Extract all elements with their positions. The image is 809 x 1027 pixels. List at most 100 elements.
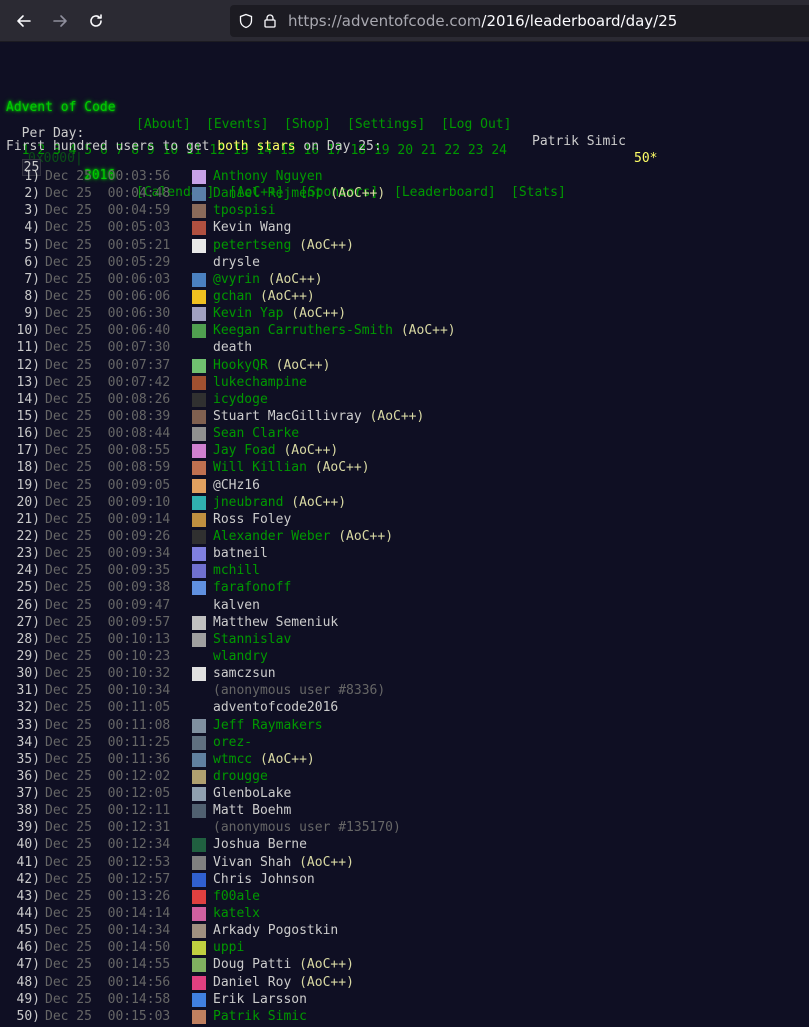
user-name[interactable]: @vyrin (AoC++) xyxy=(213,271,323,288)
url-path: /2016/leaderboard/day/25 xyxy=(481,12,678,30)
user-name: (anonymous user #135170) xyxy=(213,820,401,836)
user-name[interactable]: tpospisi xyxy=(213,202,276,219)
user-name: adventofcode2016 xyxy=(213,700,339,716)
user-name: Matthew Semeniuk xyxy=(213,614,339,630)
aoc-plus-badge[interactable]: (AoC++) xyxy=(315,460,370,475)
user-name[interactable]: uppi xyxy=(213,939,244,956)
avatar xyxy=(192,392,206,407)
reload-icon[interactable] xyxy=(84,9,108,33)
leaderboard-row: 10) Dec 25 00:06:40 Keegan Carruthers-Smit… xyxy=(0,322,809,339)
rank: 46) xyxy=(16,940,40,956)
avatar xyxy=(192,221,206,236)
user-name[interactable]: Kevin Yap (AoC++) xyxy=(213,305,346,322)
user-name[interactable]: petertseng (AoC++) xyxy=(213,237,354,254)
aoc-plus-badge[interactable]: (AoC++) xyxy=(260,289,315,304)
aoc-plus-badge[interactable]: (AoC++) xyxy=(330,186,385,201)
finish-time: Dec 25 00:06:40 xyxy=(45,323,171,339)
user-name[interactable]: mchill xyxy=(213,562,260,579)
finish-time: Dec 25 00:05:03 xyxy=(45,220,171,236)
user-name[interactable]: f00ale xyxy=(213,888,260,905)
day-link-21[interactable]: 21 xyxy=(421,143,437,158)
leaderboard-row: 24) Dec 25 00:09:35 mchill xyxy=(0,562,809,579)
aoc-plus-badge[interactable]: (AoC++) xyxy=(260,752,315,767)
rank: 11) xyxy=(16,340,40,356)
user-name: @CHz16 xyxy=(213,477,260,493)
leaderboard-row: 14) Dec 25 00:08:26 icydoge xyxy=(0,391,809,408)
browser-toolbar: https://adventofcode.com/2016/leaderboar… xyxy=(0,0,809,42)
back-arrow-icon[interactable] xyxy=(12,9,36,33)
leaderboard-row: 11) Dec 25 00:07:30 death xyxy=(0,339,809,356)
aoc-plus-badge[interactable]: (AoC++) xyxy=(370,409,425,424)
user-name[interactable]: drougge xyxy=(213,768,268,785)
user-name[interactable]: Patrik Simic xyxy=(213,1008,307,1025)
user-name[interactable]: katelx xyxy=(213,905,260,922)
user-name[interactable]: Anthony Nguyen xyxy=(213,168,323,185)
aoc-plus-badge[interactable]: (AoC++) xyxy=(401,323,456,338)
day-link-22[interactable]: 22 xyxy=(444,143,460,158)
user-name[interactable]: gchan (AoC++) xyxy=(213,288,315,305)
rank: 26) xyxy=(16,597,40,613)
leaderboard-intro: First hundred users to get both stars on… xyxy=(6,138,382,155)
aoc-plus-badge[interactable]: (AoC++) xyxy=(291,495,346,510)
user-name[interactable]: Keegan Carruthers-Smith (AoC++) xyxy=(213,322,456,339)
day-link-20[interactable]: 20 xyxy=(397,143,413,158)
user-name[interactable]: wlandry xyxy=(213,648,268,665)
user-name[interactable]: Jeff Raymakers xyxy=(213,717,323,734)
leaderboard-row: 44) Dec 25 00:14:14 katelx xyxy=(0,905,809,922)
user-name[interactable]: jneubrand (AoC++) xyxy=(213,494,346,511)
rank: 21) xyxy=(16,511,40,527)
user-name[interactable]: Jay Foad (AoC++) xyxy=(213,442,338,459)
aoc-plus-badge[interactable]: (AoC++) xyxy=(276,358,331,373)
aoc-plus-badge[interactable]: (AoC++) xyxy=(299,855,354,870)
avatar xyxy=(192,409,206,424)
day-link-24[interactable]: 24 xyxy=(491,143,507,158)
rank: 24) xyxy=(16,563,40,579)
intro-highlight: both stars xyxy=(217,139,296,154)
leaderboard-row: 22) Dec 25 00:09:26 Alexander Weber (AoC++… xyxy=(0,528,809,545)
address-bar[interactable]: https://adventofcode.com/2016/leaderboar… xyxy=(230,5,809,37)
day-link-23[interactable]: 23 xyxy=(468,143,484,158)
user-name[interactable]: Stannislav xyxy=(213,631,291,648)
shield-icon[interactable] xyxy=(238,13,254,29)
avatar xyxy=(192,872,206,887)
leaderboard-row: 29) Dec 25 00:10:23 wlandry xyxy=(0,648,809,665)
rank: 15) xyxy=(16,408,40,424)
user-name: Ross Foley xyxy=(213,511,292,527)
finish-time: Dec 25 00:12:05 xyxy=(45,786,171,802)
user-name[interactable]: Will Killian (AoC++) xyxy=(213,459,370,476)
user-name: samczsun xyxy=(213,666,276,682)
user-name[interactable]: Daniel Rejment (AoC++) xyxy=(213,185,385,202)
aoc-plus-badge[interactable]: (AoC++) xyxy=(299,238,354,253)
leaderboard-row: 40) Dec 25 00:12:34 Joshua Berne xyxy=(0,836,809,853)
finish-time: Dec 25 00:11:36 xyxy=(45,751,171,767)
user-name[interactable]: farafonoff xyxy=(213,579,291,596)
user-name[interactable]: Alexander Weber (AoC++) xyxy=(213,528,393,545)
aoc-plus-badge[interactable]: (AoC++) xyxy=(338,529,393,544)
rank: 20) xyxy=(16,494,40,510)
user-name[interactable]: Sean Clarke xyxy=(213,425,299,442)
aoc-plus-badge[interactable]: (AoC++) xyxy=(268,272,323,287)
rank: 39) xyxy=(16,820,40,836)
leaderboard-row: 48) Dec 25 00:14:56 Daniel Roy (AoC++) xyxy=(0,974,809,991)
leaderboard-row: 2) Dec 25 00:04:48 Daniel Rejment (AoC++) xyxy=(0,185,809,202)
url-text[interactable]: https://adventofcode.com/2016/leaderboar… xyxy=(288,12,677,30)
aoc-plus-badge[interactable]: (AoC++) xyxy=(283,443,338,458)
avatar xyxy=(192,838,206,853)
user-name: Chris Johnson xyxy=(213,871,315,887)
finish-time: Dec 25 00:10:13 xyxy=(45,631,171,647)
user-name: Joshua Berne xyxy=(213,837,307,853)
avatar xyxy=(192,478,206,493)
user-name[interactable]: icydoge xyxy=(213,391,268,408)
aoc-plus-badge[interactable]: (AoC++) xyxy=(299,957,354,972)
aoc-plus-badge[interactable]: (AoC++) xyxy=(299,975,354,990)
user-name[interactable]: orez- xyxy=(213,734,252,751)
leaderboard-row: 26) Dec 25 00:09:47 kalven xyxy=(0,597,809,614)
lock-icon[interactable] xyxy=(262,13,278,29)
user-name[interactable]: HookyQR (AoC++) xyxy=(213,357,330,374)
forward-arrow-icon[interactable] xyxy=(48,9,72,33)
aoc-plus-badge[interactable]: (AoC++) xyxy=(291,306,346,321)
user-name[interactable]: wtmcc (AoC++) xyxy=(213,751,315,768)
user-name[interactable]: lukechampine xyxy=(213,374,307,391)
user-name: Stuart MacGillivray (AoC++) xyxy=(213,408,425,424)
avatar xyxy=(192,461,206,476)
